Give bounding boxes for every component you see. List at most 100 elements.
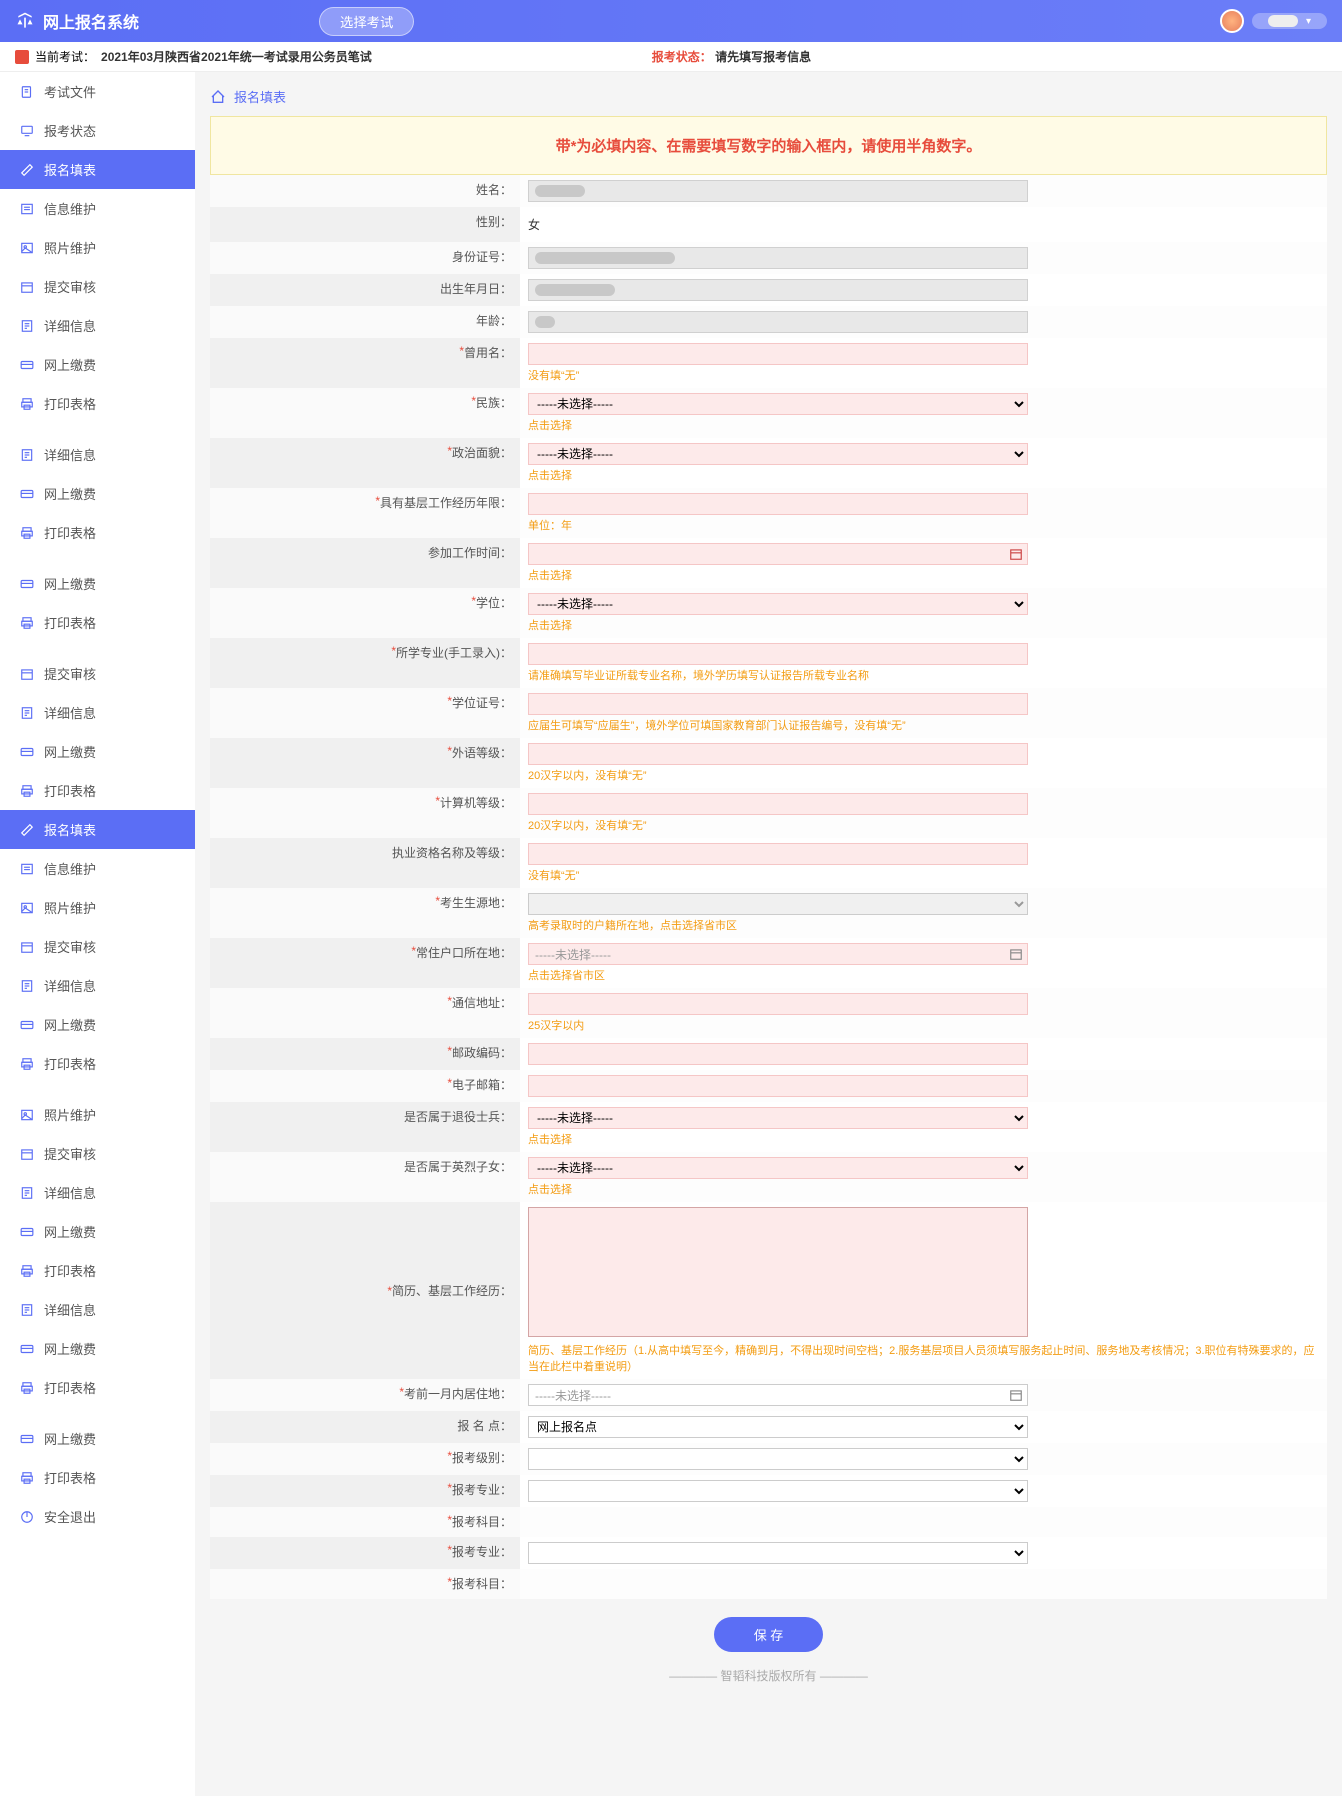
card-icon <box>20 487 34 501</box>
major-input[interactable] <box>528 643 1028 665</box>
detail-icon <box>20 706 34 720</box>
sidebar-item-29[interactable]: 照片维护 <box>0 1095 195 1134</box>
degree-select[interactable]: -----未选择----- <box>528 593 1028 615</box>
sidebar-item-10[interactable]: 详细信息 <box>0 435 195 474</box>
field-row-work_years: *具有基层工作经历年限：单位：年 <box>210 488 1327 538</box>
save-button[interactable]: 保 存 <box>714 1617 824 1652</box>
sidebar-item-35[interactable]: 网上缴费 <box>0 1329 195 1368</box>
residence-picker[interactable]: -----未选择----- <box>528 943 1028 965</box>
field-row-email: *电子邮箱： <box>210 1070 1327 1102</box>
nav-divider <box>0 642 195 654</box>
sidebar-item-14[interactable]: 网上缴费 <box>0 564 195 603</box>
sidebar-item-4[interactable]: 照片维护 <box>0 228 195 267</box>
select-exam-button[interactable]: 选择考试 <box>319 7 414 36</box>
computer-input[interactable] <box>528 793 1028 815</box>
sidebar-item-40[interactable]: 安全退出 <box>0 1497 195 1536</box>
foreign_lang-input[interactable] <box>528 743 1028 765</box>
print-icon <box>20 1057 34 1071</box>
resume-textarea[interactable] <box>528 1207 1028 1337</box>
detail-icon <box>20 1186 34 1200</box>
sidebar-item-2[interactable]: 报名填表 <box>0 150 195 189</box>
sidebar-item-5[interactable]: 提交审核 <box>0 267 195 306</box>
sidebar-item-25[interactable]: 详细信息 <box>0 966 195 1005</box>
sidebar-item-24[interactable]: 提交审核 <box>0 927 195 966</box>
nav-label: 打印表格 <box>44 1261 96 1280</box>
card-icon <box>20 577 34 591</box>
nav-label: 打印表格 <box>44 1378 96 1397</box>
sidebar-item-39[interactable]: 打印表格 <box>0 1458 195 1497</box>
detail-icon <box>20 319 34 333</box>
calendar-icon <box>1009 1388 1023 1402</box>
field-label: *学位： <box>210 588 520 638</box>
print-icon <box>20 784 34 798</box>
sidebar-item-33[interactable]: 打印表格 <box>0 1251 195 1290</box>
sidebar-item-12[interactable]: 打印表格 <box>0 513 195 552</box>
field-row-political: *政治面貌：-----未选择-----点击选择 <box>210 438 1327 488</box>
last_month_addr-picker[interactable]: -----未选择----- <box>528 1384 1028 1406</box>
sidebar-item-20[interactable]: 打印表格 <box>0 771 195 810</box>
nav-label: 详细信息 <box>44 1183 96 1202</box>
sidebar-item-11[interactable]: 网上缴费 <box>0 474 195 513</box>
sidebar-item-22[interactable]: 信息维护 <box>0 849 195 888</box>
field-row-computer: *计算机等级：20汉字以内，没有填“无” <box>210 788 1327 838</box>
join_work-datepicker[interactable] <box>528 543 1028 565</box>
field-row-idcard: 身份证号： <box>210 242 1327 274</box>
sidebar-item-23[interactable]: 照片维护 <box>0 888 195 927</box>
sidebar-item-27[interactable]: 打印表格 <box>0 1044 195 1083</box>
sidebar-item-3[interactable]: 信息维护 <box>0 189 195 228</box>
exam_major2-select[interactable] <box>528 1542 1028 1564</box>
field-label: 身份证号： <box>210 242 520 274</box>
exam_point-select[interactable]: 网上报名点 <box>528 1416 1028 1438</box>
sidebar-item-8[interactable]: 打印表格 <box>0 384 195 423</box>
header: 网上报名系统 选择考试 ▾ <box>0 0 1342 42</box>
exam_major1-select[interactable] <box>528 1480 1028 1502</box>
sidebar-item-31[interactable]: 详细信息 <box>0 1173 195 1212</box>
sidebar-item-19[interactable]: 网上缴费 <box>0 732 195 771</box>
calendar-icon <box>1009 947 1023 961</box>
sidebar-item-1[interactable]: 报考状态 <box>0 111 195 150</box>
field-value <box>520 1537 1327 1569</box>
field-hint: 没有填“无” <box>528 867 1319 883</box>
field-row-exam_level: *报考级别： <box>210 1443 1327 1475</box>
political-select[interactable]: -----未选择----- <box>528 443 1028 465</box>
ethnicity-select[interactable]: -----未选择----- <box>528 393 1028 415</box>
app-title: 网上报名系统 <box>43 9 139 33</box>
field-hint: 高考录取时的户籍所在地，点击选择省市区 <box>528 917 1319 933</box>
sidebar-item-32[interactable]: 网上缴费 <box>0 1212 195 1251</box>
sidebar-item-6[interactable]: 详细信息 <box>0 306 195 345</box>
list-icon <box>20 862 34 876</box>
retired-select[interactable]: -----未选择----- <box>528 1107 1028 1129</box>
work_years-input[interactable] <box>528 493 1028 515</box>
sidebar-item-38[interactable]: 网上缴费 <box>0 1419 195 1458</box>
sidebar-item-36[interactable]: 打印表格 <box>0 1368 195 1407</box>
nav-label: 提交审核 <box>44 1144 96 1163</box>
nav-label: 提交审核 <box>44 937 96 956</box>
nav-label: 网上缴费 <box>44 484 96 503</box>
readonly-field <box>528 180 1028 202</box>
sidebar-item-7[interactable]: 网上缴费 <box>0 345 195 384</box>
sidebar-item-18[interactable]: 详细信息 <box>0 693 195 732</box>
degree_cert-input[interactable] <box>528 693 1028 715</box>
sidebar: 考试文件报考状态报名填表信息维护照片维护提交审核详细信息网上缴费打印表格详细信息… <box>0 72 195 1796</box>
postcode-input[interactable] <box>528 1043 1028 1065</box>
qualification-input[interactable] <box>528 843 1028 865</box>
email-input[interactable] <box>528 1075 1028 1097</box>
header-user[interactable]: ▾ <box>1220 9 1327 33</box>
nav-divider <box>0 552 195 564</box>
field-hint: 点击选择省市区 <box>528 967 1319 983</box>
address-input[interactable] <box>528 993 1028 1015</box>
current-exam-name: 2021年03月陕西省2021年统一考试录用公务员笔试 <box>101 48 372 65</box>
sidebar-item-15[interactable]: 打印表格 <box>0 603 195 642</box>
former_name-input[interactable] <box>528 343 1028 365</box>
field-label: *计算机等级： <box>210 788 520 838</box>
martyr-select[interactable]: -----未选择----- <box>528 1157 1028 1179</box>
sidebar-item-34[interactable]: 详细信息 <box>0 1290 195 1329</box>
file-icon <box>20 85 34 99</box>
exam_origin-select[interactable] <box>528 893 1028 915</box>
sidebar-item-0[interactable]: 考试文件 <box>0 72 195 111</box>
sidebar-item-26[interactable]: 网上缴费 <box>0 1005 195 1044</box>
sidebar-item-21[interactable]: 报名填表 <box>0 810 195 849</box>
sidebar-item-17[interactable]: 提交审核 <box>0 654 195 693</box>
sidebar-item-30[interactable]: 提交审核 <box>0 1134 195 1173</box>
exam_level-select[interactable] <box>528 1448 1028 1470</box>
